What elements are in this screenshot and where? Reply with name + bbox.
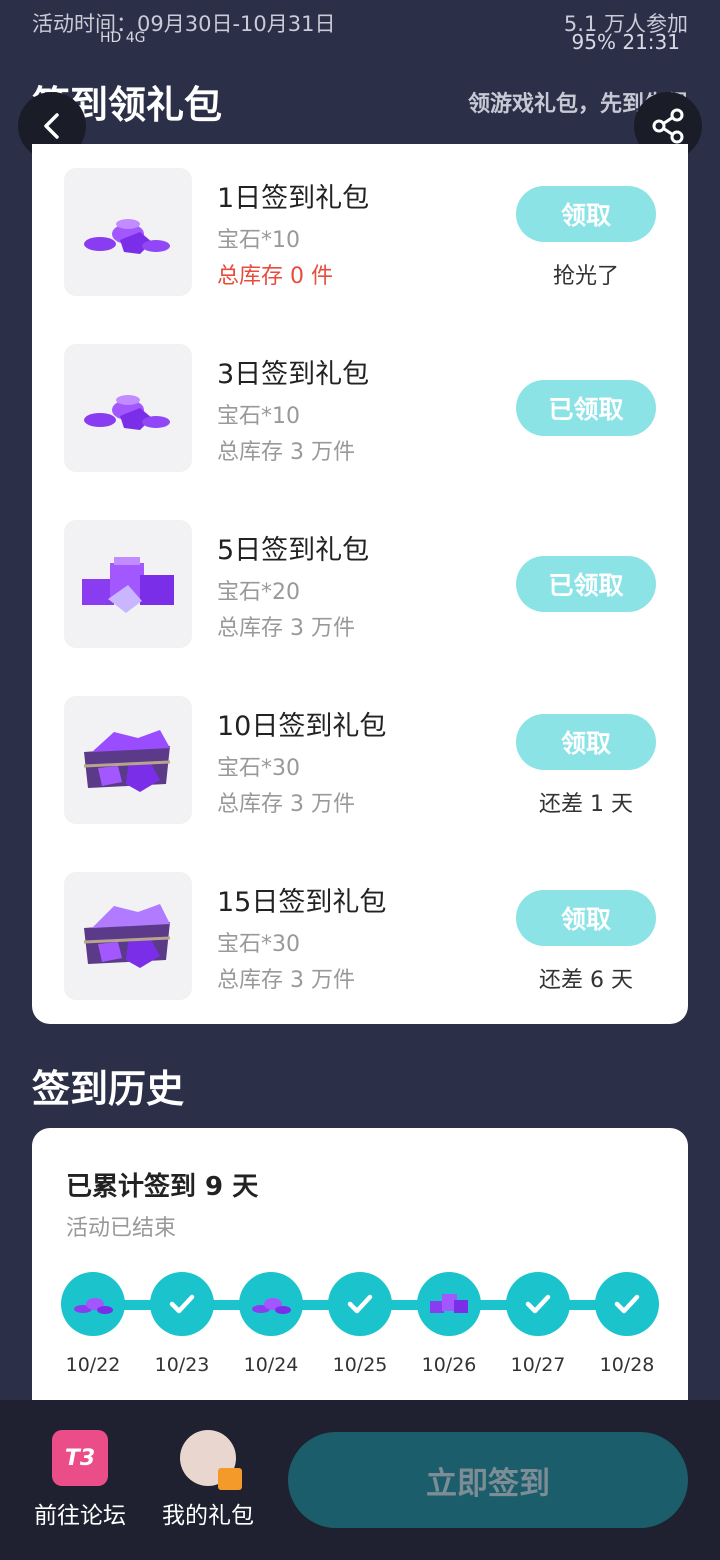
gift-name: 10日签到礼包 bbox=[217, 711, 387, 742]
forum-nav[interactable]: T3 前往论坛 bbox=[32, 1430, 128, 1530]
gift-row: 5日签到礼包 宝石*20 总库存 3 万件 已领取 bbox=[32, 496, 688, 672]
gift-row: 1日签到礼包 宝石*10 总库存 0 件 领取 抢光了 bbox=[32, 144, 688, 320]
gift-stock: 总库存 0 件 bbox=[217, 264, 333, 289]
gem-small-icon bbox=[64, 344, 192, 472]
bottom-bar: T3 前往论坛 我的礼包 立即签到 bbox=[0, 1400, 720, 1560]
gem-basket-icon bbox=[64, 696, 192, 824]
history-total: 已累计签到 9 天 bbox=[66, 1172, 259, 1202]
chevron-left-icon bbox=[44, 113, 59, 139]
check-icon bbox=[150, 1272, 214, 1336]
check-icon bbox=[506, 1272, 570, 1336]
day-label: 10/26 bbox=[421, 1354, 477, 1376]
day-label: 10/28 bbox=[599, 1354, 655, 1376]
gift-stock: 总库存 3 万件 bbox=[217, 792, 355, 817]
gift-stock: 总库存 3 万件 bbox=[217, 616, 355, 641]
gem-stack-icon bbox=[64, 520, 192, 648]
share-icon bbox=[652, 108, 684, 144]
gift-detail: 宝石*30 bbox=[217, 756, 300, 781]
gift-row: 15日签到礼包 宝石*30 总库存 3 万件 领取 还差 6 天 bbox=[32, 848, 688, 1024]
claim-button[interactable]: 领取 bbox=[516, 714, 656, 770]
gift-note: 还差 1 天 bbox=[539, 792, 633, 817]
history-status: 活动已结束 bbox=[66, 1216, 177, 1241]
sign-in-button[interactable]: 立即签到 bbox=[288, 1432, 688, 1528]
gift-name: 5日签到礼包 bbox=[217, 535, 370, 566]
gift-name: 3日签到礼包 bbox=[217, 359, 370, 390]
check-icon bbox=[595, 1272, 659, 1336]
check-icon bbox=[328, 1272, 392, 1336]
gem-icon bbox=[61, 1272, 125, 1336]
gift-detail: 宝石*10 bbox=[217, 228, 300, 253]
forum-icon: T3 bbox=[52, 1430, 108, 1486]
gift-row: 3日签到礼包 宝石*10 总库存 3 万件 已领取 bbox=[32, 320, 688, 496]
gift-row: 10日签到礼包 宝石*30 总库存 3 万件 领取 还差 1 天 bbox=[32, 672, 688, 848]
my-gifts-nav[interactable]: 我的礼包 bbox=[160, 1430, 256, 1530]
gift-detail: 宝石*30 bbox=[217, 932, 300, 957]
day-label: 10/25 bbox=[332, 1354, 388, 1376]
gift-box-icon bbox=[218, 1468, 242, 1490]
gem-icon bbox=[239, 1272, 303, 1336]
gem-small-icon bbox=[64, 168, 192, 296]
claimed-button[interactable]: 已领取 bbox=[516, 556, 656, 612]
gift-note: 还差 6 天 bbox=[539, 968, 633, 993]
activity-time: 活动时间：09月30日-10月31日 bbox=[32, 12, 336, 36]
gem-pile-icon bbox=[417, 1272, 481, 1336]
day-label: 10/27 bbox=[510, 1354, 566, 1376]
gift-name: 1日签到礼包 bbox=[217, 183, 370, 214]
signal-indicator: HD 4G bbox=[100, 30, 146, 46]
gift-stock: 总库存 3 万件 bbox=[217, 440, 355, 465]
day-label: 10/22 bbox=[65, 1354, 121, 1376]
day-label: 10/23 bbox=[154, 1354, 210, 1376]
gift-name: 15日签到礼包 bbox=[217, 887, 387, 918]
claim-button[interactable]: 领取 bbox=[516, 890, 656, 946]
gift-list: 1日签到礼包 宝石*10 总库存 0 件 领取 抢光了 3日签到礼包 宝石*10… bbox=[32, 144, 688, 1024]
gift-detail: 宝石*20 bbox=[217, 580, 300, 605]
forum-label: 前往论坛 bbox=[34, 1503, 126, 1529]
gift-stock: 总库存 3 万件 bbox=[217, 968, 355, 993]
history-title: 签到历史 bbox=[32, 1067, 185, 1111]
day-label: 10/24 bbox=[243, 1354, 299, 1376]
gift-detail: 宝石*10 bbox=[217, 404, 300, 429]
status-bar: 活动时间：09月30日-10月31日 5.1 万人参加 HD 4G 95% 21… bbox=[0, 0, 720, 54]
gem-basket-icon bbox=[64, 872, 192, 1000]
battery-time: 95% 21:31 bbox=[571, 30, 680, 54]
avatar bbox=[180, 1430, 242, 1490]
gift-note: 抢光了 bbox=[552, 264, 619, 289]
my-gifts-label: 我的礼包 bbox=[162, 1503, 254, 1529]
claimed-button[interactable]: 已领取 bbox=[516, 380, 656, 436]
history-card: 已累计签到 9 天 活动已结束 10/22 10/23 10/24 10/25 … bbox=[32, 1128, 688, 1418]
claim-button[interactable]: 领取 bbox=[516, 186, 656, 242]
